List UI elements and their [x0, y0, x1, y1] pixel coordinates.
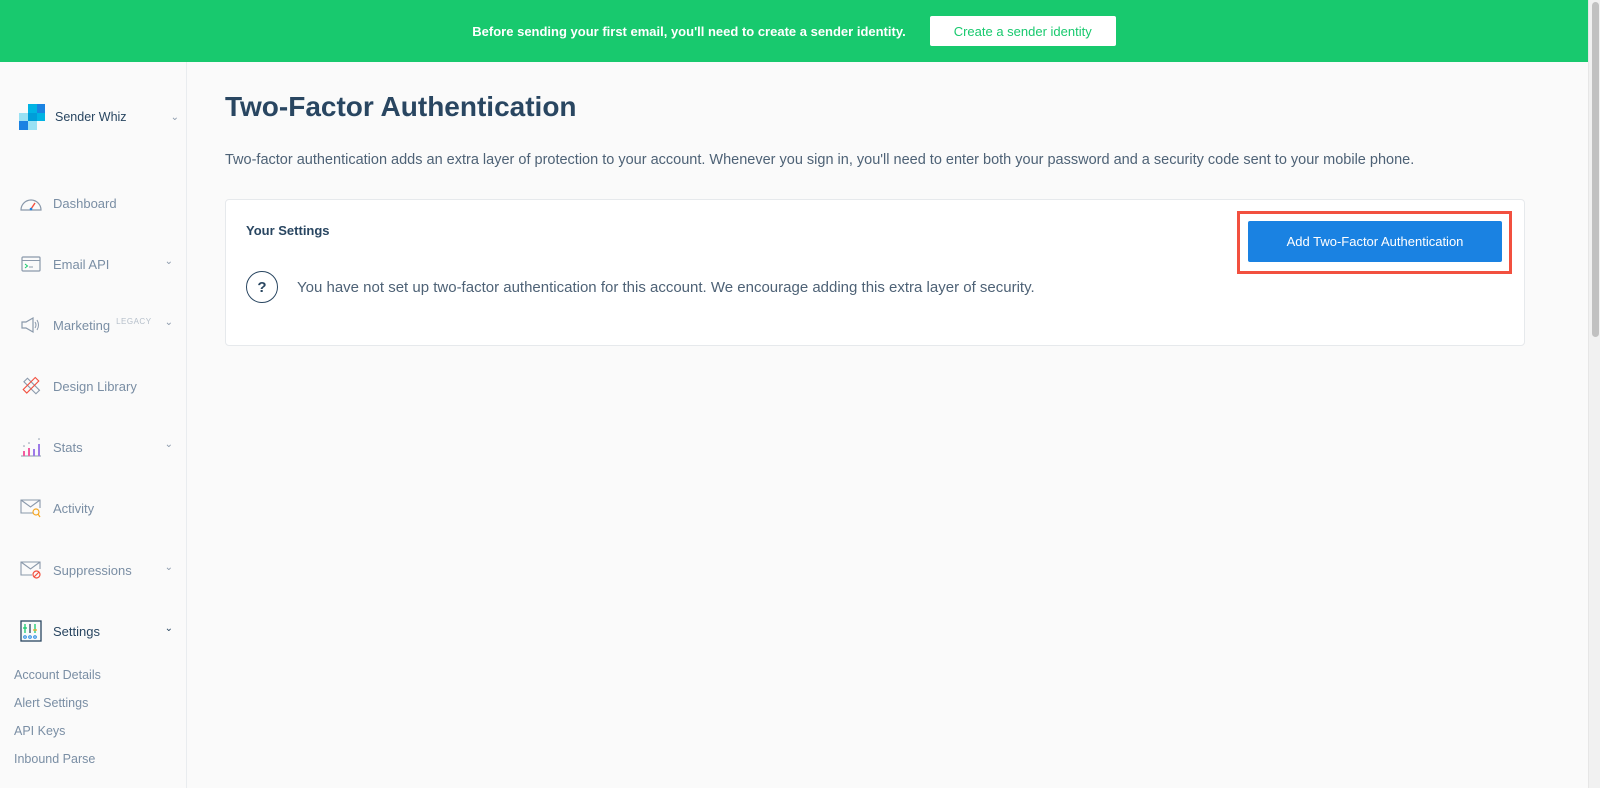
- add-two-factor-button[interactable]: Add Two-Factor Authentication: [1248, 221, 1502, 262]
- sidebar-subitem-inbound-parse[interactable]: Inbound Parse: [14, 752, 95, 766]
- activity-envelope-search-icon: [19, 497, 43, 519]
- sidebar-item-activity[interactable]: Activity: [19, 496, 179, 520]
- brand-logo-icon: [19, 104, 45, 130]
- sidebar-item-suppressions[interactable]: Suppressions ⌄: [19, 558, 179, 582]
- banner-message: Before sending your first email, you'll …: [472, 23, 906, 39]
- sidebar-item-label: Stats: [53, 439, 83, 455]
- legacy-badge: LEGACY: [116, 316, 152, 326]
- create-sender-identity-button[interactable]: Create a sender identity: [929, 16, 1116, 46]
- page-description: Two-factor authentication adds an extra …: [225, 152, 1415, 168]
- dashboard-gauge-icon: [19, 192, 43, 214]
- sidebar-item-design-library[interactable]: Design Library: [19, 374, 179, 398]
- sidebar-item-label: Suppressions: [53, 562, 132, 578]
- scrollbar-thumb[interactable]: [1592, 2, 1599, 337]
- sidebar: Sender Whiz ⌄ Dashboard Email API ⌄ Mark…: [0, 62, 187, 788]
- chevron-down-icon: ⌄: [170, 111, 179, 123]
- settings-sliders-icon: [19, 620, 43, 642]
- sender-identity-banner: Before sending your first email, you'll …: [0, 0, 1588, 62]
- card-heading: Your Settings: [246, 223, 330, 238]
- chevron-down-icon: ⌄: [164, 317, 173, 328]
- sidebar-item-settings[interactable]: Settings ⌄: [19, 619, 179, 643]
- sidebar-item-label: Dashboard: [53, 195, 117, 211]
- info-row: ? You have not set up two-factor authent…: [246, 271, 1035, 303]
- sidebar-item-email-api[interactable]: Email API ⌄: [19, 252, 179, 276]
- chevron-down-icon: ⌄: [164, 623, 173, 634]
- sidebar-subitem-account-details[interactable]: Account Details: [14, 668, 101, 682]
- sidebar-item-stats[interactable]: Stats ⌄: [19, 435, 179, 459]
- stats-bar-chart-icon: [19, 436, 43, 458]
- chevron-down-icon: ⌄: [164, 256, 173, 267]
- page-title: Two-Factor Authentication: [225, 91, 577, 122]
- sidebar-item-label: Marketing: [53, 317, 111, 333]
- info-text: You have not set up two-factor authentic…: [297, 278, 1035, 296]
- sidebar-item-label: Activity: [53, 500, 95, 516]
- sidebar-subitem-api-keys[interactable]: API Keys: [14, 724, 65, 738]
- sidebar-item-label: Email API: [53, 256, 110, 272]
- sidebar-item-dashboard[interactable]: Dashboard: [19, 191, 179, 215]
- sidebar-subitem-alert-settings[interactable]: Alert Settings: [14, 696, 88, 710]
- account-switcher[interactable]: Sender Whiz ⌄: [19, 104, 179, 130]
- email-api-terminal-icon: [19, 253, 43, 275]
- question-circle-icon: ?: [246, 271, 278, 303]
- main-content: Two-Factor Authentication Two-factor aut…: [187, 62, 1588, 788]
- chevron-down-icon: ⌄: [164, 439, 173, 450]
- settings-card: Your Settings Add Two-Factor Authenticat…: [225, 199, 1525, 346]
- sidebar-item-marketing[interactable]: Marketing LEGACY ⌄: [19, 313, 179, 337]
- design-pencil-ruler-icon: [19, 375, 43, 397]
- account-name: Sender Whiz: [55, 110, 127, 124]
- sidebar-item-label: Settings: [53, 623, 100, 639]
- megaphone-icon: [19, 314, 43, 336]
- suppressions-envelope-block-icon: [19, 559, 43, 581]
- chevron-down-icon: ⌄: [164, 562, 173, 573]
- vertical-scrollbar[interactable]: [1588, 0, 1600, 788]
- sidebar-item-label: Design Library: [53, 378, 137, 394]
